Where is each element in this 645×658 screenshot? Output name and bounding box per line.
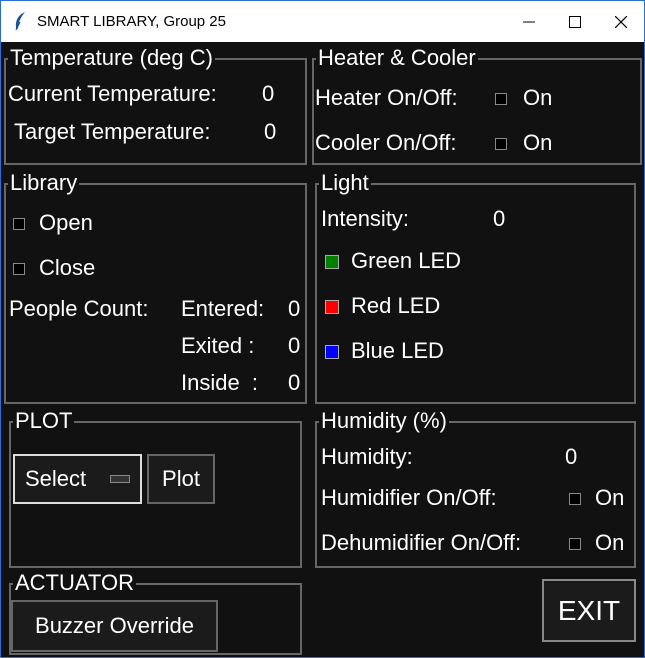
inside-label: Inside : bbox=[181, 370, 259, 395]
green-led-indicator[interactable] bbox=[325, 255, 339, 269]
blue-led-label[interactable]: Blue LED bbox=[351, 338, 444, 364]
feather-icon bbox=[15, 12, 25, 31]
plot-frame: PLOT Select Plot bbox=[9, 409, 302, 568]
inside-value: 0 bbox=[288, 370, 301, 395]
select-label: Select bbox=[25, 466, 87, 491]
main-content: Temperature (deg C) Current Temperature:… bbox=[1, 42, 644, 657]
window-title: SMART LIBRARY, Group 25 bbox=[37, 13, 226, 30]
heater-cooler-title: Heater & Cooler bbox=[316, 45, 478, 70]
people-count-label: People Count: bbox=[9, 296, 149, 321]
target-temperature-value: 0 bbox=[264, 119, 277, 144]
heater-state[interactable]: On bbox=[523, 85, 552, 111]
plot-title: PLOT bbox=[13, 408, 75, 433]
minimize-button[interactable] bbox=[506, 1, 552, 42]
cooler-state[interactable]: On bbox=[523, 130, 552, 156]
temperature-frame: Temperature (deg C) Current Temperature:… bbox=[4, 46, 307, 165]
plot-select-dropdown[interactable]: Select bbox=[13, 454, 142, 504]
maximize-button[interactable] bbox=[552, 1, 598, 42]
humidifier-state[interactable]: On bbox=[595, 485, 624, 511]
humidity-title: Humidity (%) bbox=[319, 408, 449, 433]
buzzer-override-button[interactable]: Buzzer Override bbox=[11, 600, 218, 652]
dehumidifier-checkbox[interactable] bbox=[569, 538, 581, 550]
app-window: SMART LIBRARY, Group 25 Temperature (deg… bbox=[0, 0, 645, 658]
current-temperature-value: 0 bbox=[262, 81, 275, 106]
red-led-indicator[interactable] bbox=[325, 300, 339, 314]
target-temperature-label: Target Temperature: bbox=[14, 119, 211, 144]
humidity-value: 0 bbox=[565, 444, 578, 469]
close-checkbox[interactable] bbox=[13, 263, 25, 275]
close-icon bbox=[615, 15, 627, 28]
humidity-frame: Humidity (%) Humidity: 0 Humidifier On/O… bbox=[315, 409, 636, 568]
title-bar[interactable]: SMART LIBRARY, Group 25 bbox=[1, 1, 644, 42]
current-temperature-label: Current Temperature: bbox=[8, 81, 217, 106]
exited-value: 0 bbox=[288, 333, 301, 358]
blue-led-indicator[interactable] bbox=[325, 345, 339, 359]
library-title: Library bbox=[8, 170, 80, 195]
entered-label: Entered: bbox=[181, 296, 265, 321]
heater-label: Heater On/Off: bbox=[315, 85, 458, 110]
minimize-icon bbox=[523, 21, 535, 22]
maximize-icon bbox=[569, 15, 581, 28]
cooler-checkbox[interactable] bbox=[495, 138, 507, 150]
close-button[interactable] bbox=[598, 1, 644, 42]
dehumidifier-label: Dehumidifier On/Off: bbox=[321, 530, 522, 555]
green-led-label[interactable]: Green LED bbox=[351, 248, 461, 274]
open-label[interactable]: Open bbox=[39, 210, 93, 236]
exited-label: Exited : bbox=[181, 333, 255, 358]
dropdown-indicator-icon bbox=[110, 475, 130, 483]
entered-value: 0 bbox=[288, 296, 301, 321]
light-title: Light bbox=[319, 170, 371, 195]
light-frame: Light Intensity: 0 Green LED Red LED Blu… bbox=[315, 171, 636, 404]
humidity-label: Humidity: bbox=[321, 444, 413, 469]
intensity-value: 0 bbox=[493, 206, 506, 231]
cooler-label: Cooler On/Off: bbox=[315, 130, 457, 155]
intensity-label: Intensity: bbox=[321, 206, 410, 231]
library-frame: Library Open Close People Count: Entered… bbox=[4, 171, 307, 404]
humidifier-label: Humidifier On/Off: bbox=[321, 485, 497, 510]
heater-cooler-frame: Heater & Cooler Heater On/Off: On Cooler… bbox=[312, 46, 642, 165]
red-led-label[interactable]: Red LED bbox=[351, 293, 440, 319]
actuator-frame: ACTUATOR Buzzer Override bbox=[9, 571, 302, 655]
plot-button[interactable]: Plot bbox=[147, 454, 215, 504]
actuator-title: ACTUATOR bbox=[13, 570, 136, 595]
humidifier-checkbox[interactable] bbox=[569, 493, 581, 505]
heater-checkbox[interactable] bbox=[495, 93, 507, 105]
exit-button[interactable]: EXIT bbox=[542, 579, 636, 642]
close-label[interactable]: Close bbox=[39, 255, 95, 281]
dehumidifier-state[interactable]: On bbox=[595, 530, 624, 556]
open-checkbox[interactable] bbox=[13, 218, 25, 230]
temperature-title: Temperature (deg C) bbox=[8, 45, 215, 70]
